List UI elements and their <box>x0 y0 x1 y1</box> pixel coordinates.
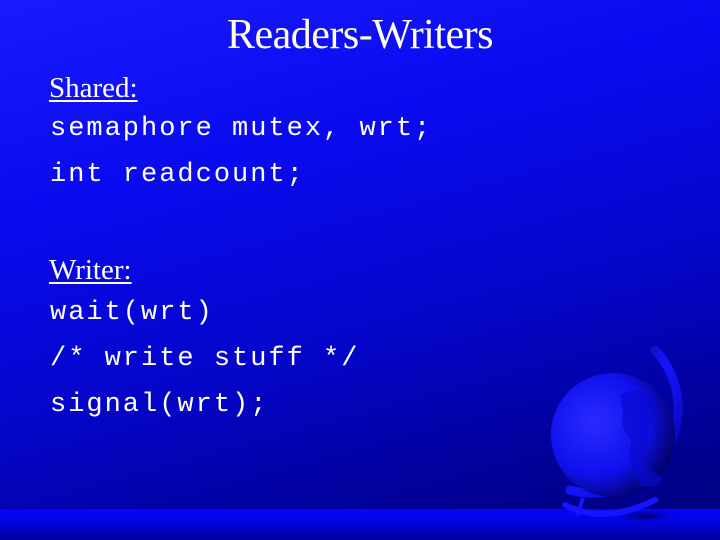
writer-label: Writer: <box>49 254 132 286</box>
slide-title: Readers-Writers <box>226 12 494 58</box>
code-line: semaphore mutex, wrt; <box>50 114 433 144</box>
shared-label: Shared: <box>49 72 138 104</box>
code-line: wait(wrt) <box>50 298 214 328</box>
code-line: int readcount; <box>50 160 305 190</box>
slide: Readers-Writers Shared: semaphore mutex,… <box>0 0 720 540</box>
globe-icon <box>545 340 715 530</box>
code-line: signal(wrt); <box>50 390 269 420</box>
code-line: /* write stuff */ <box>50 344 360 374</box>
